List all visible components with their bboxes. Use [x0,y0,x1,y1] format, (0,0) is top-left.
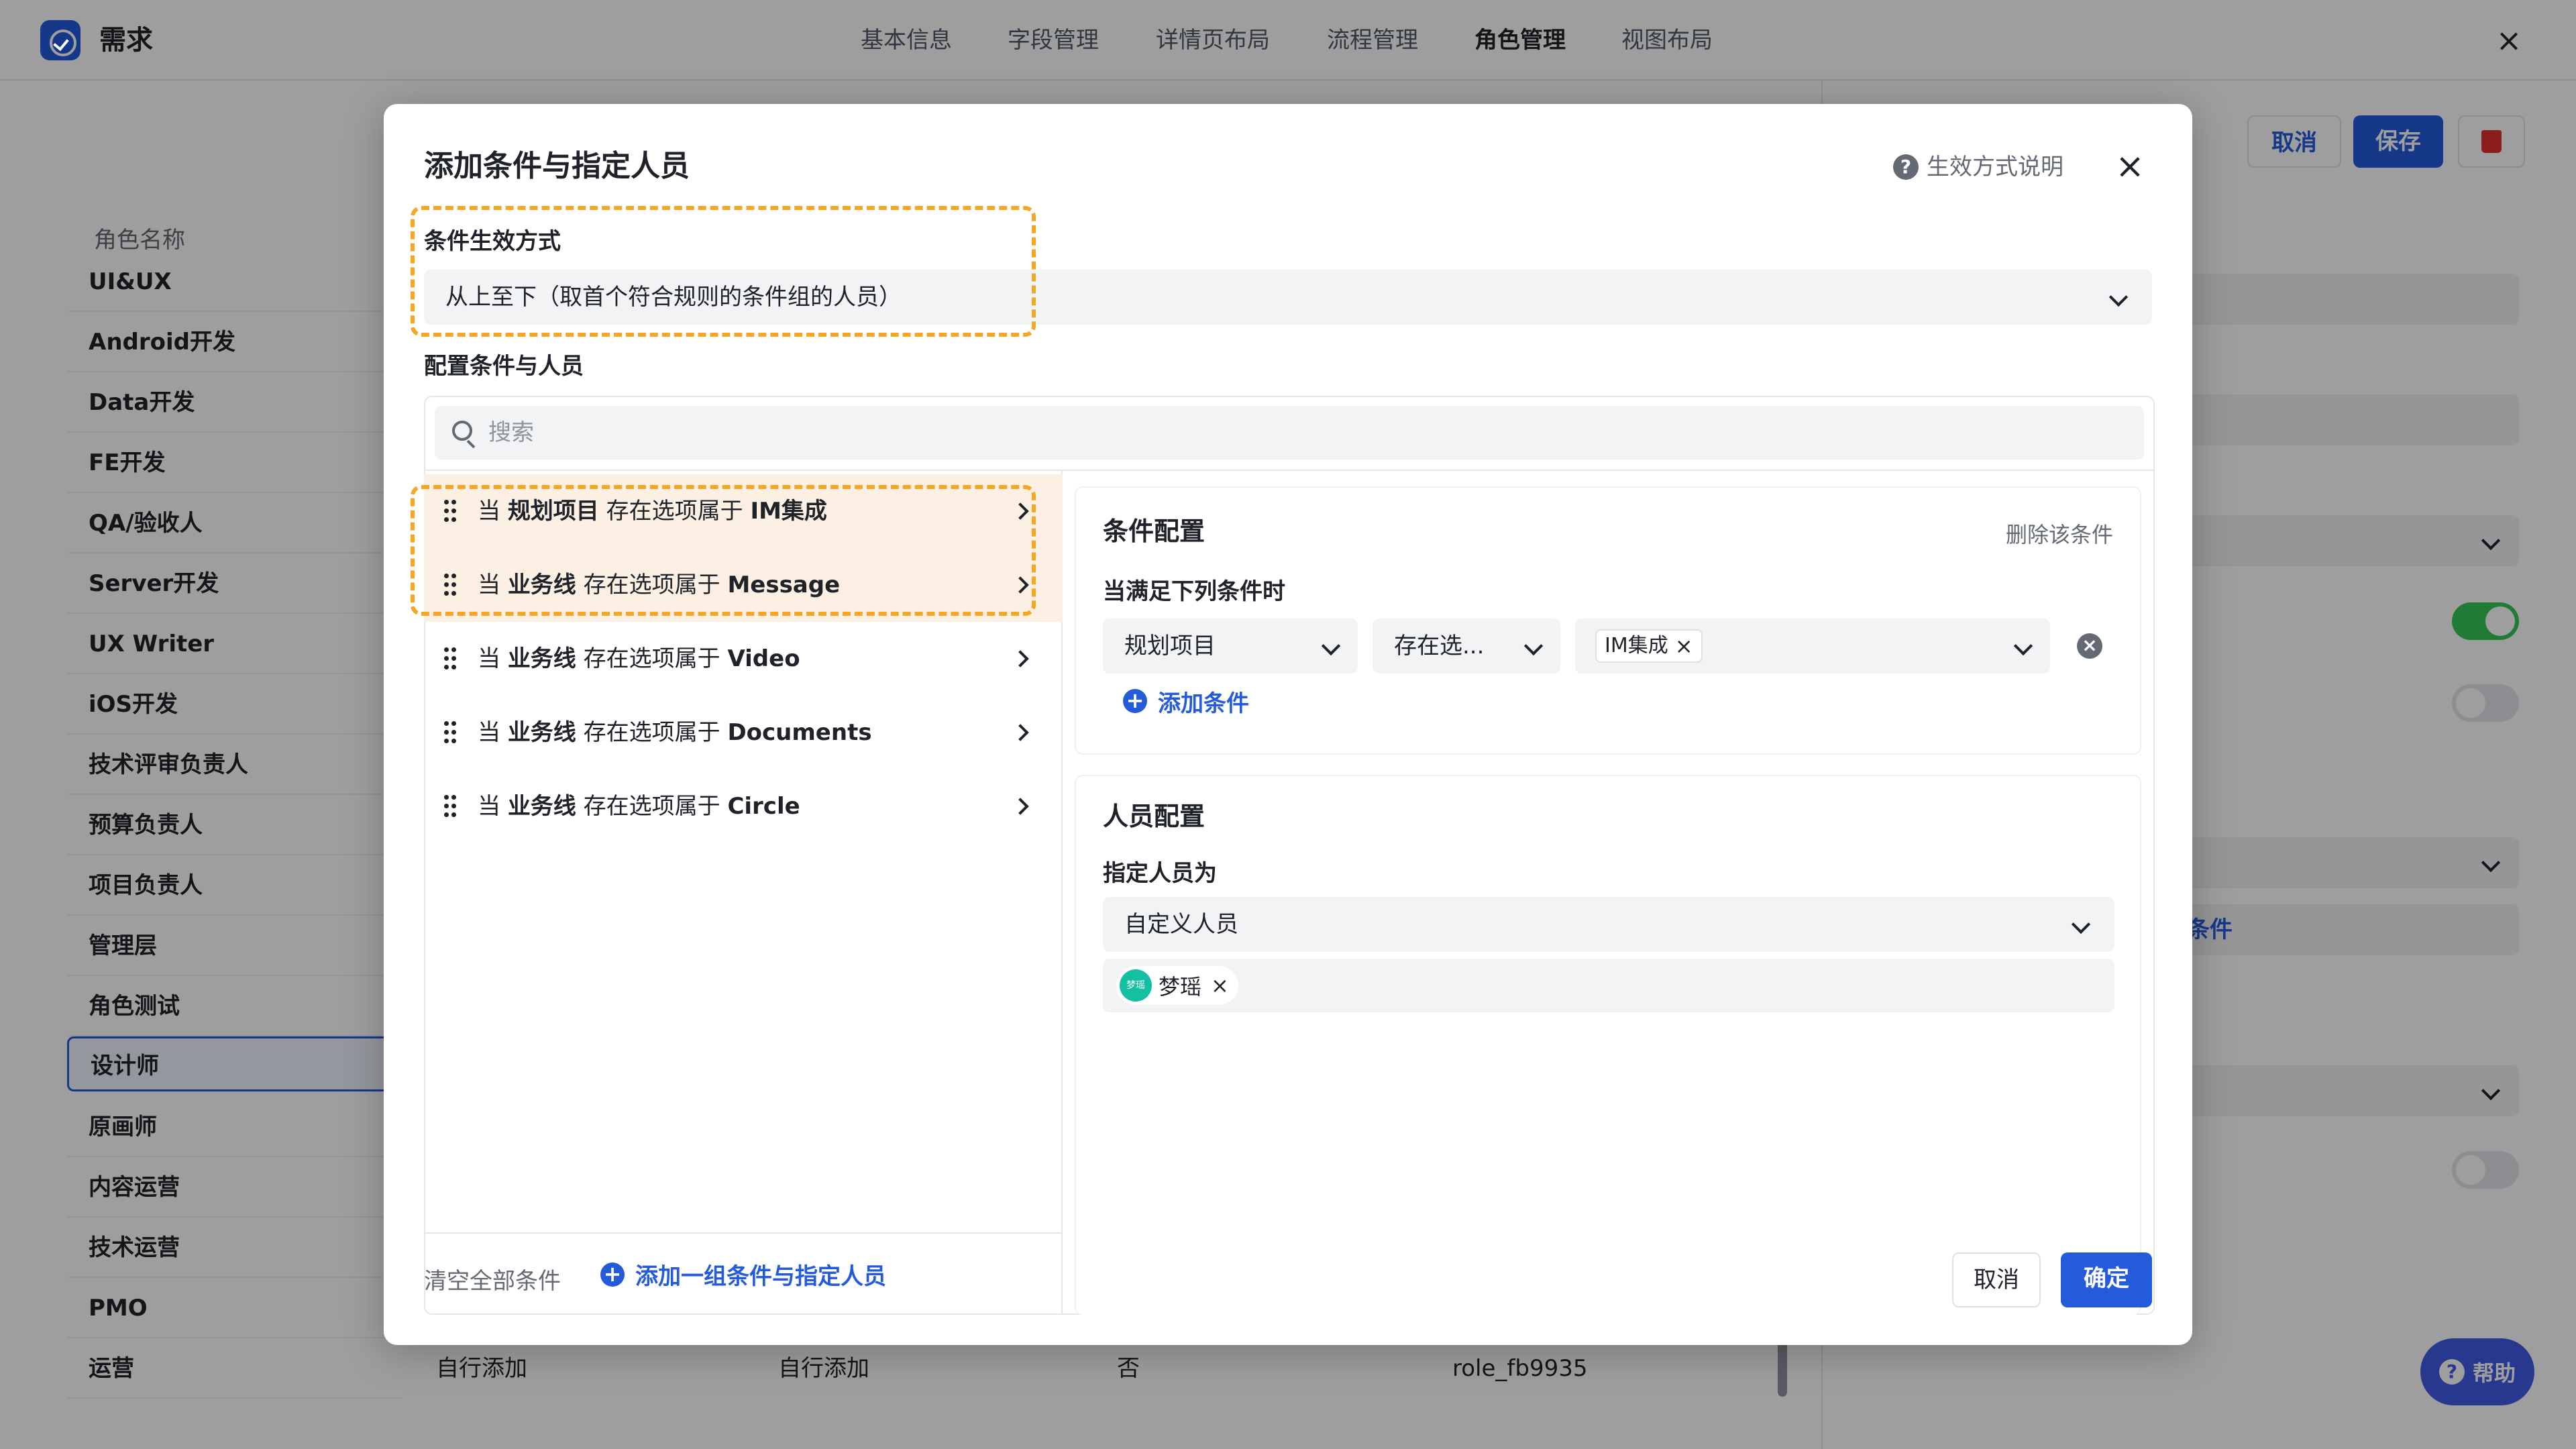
condition-value: IM集成 [750,498,827,525]
condition-config-panel: 条件配置 删除该条件 当满足下列条件时 规划项目 存在选... IM集成 × ×… [1075,486,2141,755]
drag-handle-icon[interactable] [444,721,458,744]
condition-field: 业务线 [507,572,576,598]
value-tag-label: IM集成 [1605,634,1668,657]
condition-op: 存在选项属于 [583,719,720,746]
person-config-panel: 人员配置 指定人员为 自定义人员 梦瑶 梦瑶 × [1075,775,2141,1315]
condition-field: 业务线 [507,793,576,820]
config-label: 配置条件与人员 [424,353,584,380]
chevron-down-icon [1321,636,1341,656]
condition-prefix: 当 [478,719,500,746]
condition-group-item[interactable]: 当 业务线 存在选项属于 Message [424,548,1063,622]
chevron-right-icon [1012,576,1029,594]
condition-summary: 当 业务线 存在选项属于 Message [478,548,840,622]
field-select[interactable]: 规划项目 [1103,619,1358,674]
avatar: 梦瑶 [1120,969,1152,1002]
condition-op: 存在选项属于 [606,498,743,525]
value-select[interactable]: IM集成 × [1575,619,2050,674]
condition-summary: 当 业务线 存在选项属于 Documents [478,696,872,769]
condition-config-title: 条件配置 [1103,517,1205,546]
chevron-down-icon [2013,636,2033,656]
question-icon: ? [1893,154,1919,180]
condition-op: 存在选项属于 [583,793,720,820]
person-name: 梦瑶 [1159,974,1202,1000]
effect-mode-value: 从上至下（取首个符合规则的条件组的人员） [445,284,902,311]
condition-group-list: 当 规划项目 存在选项属于 IM集成当 业务线 存在选项属于 Message 当 … [424,471,1063,1315]
chevron-down-icon [1523,636,1544,656]
person-type-select[interactable]: 自定义人员 [1103,897,2114,952]
person-config-title: 人员配置 [1103,802,1205,831]
condition-field: 业务线 [507,719,576,746]
condition-group-item[interactable]: 当 规划项目 存在选项属于 IM集成 [424,474,1063,548]
drag-handle-icon[interactable] [444,574,458,596]
condition-group-item[interactable]: 当 业务线 存在选项属于 Documents [424,696,1063,769]
assign-label: 指定人员为 [1103,860,1217,887]
condition-prefix: 当 [478,793,500,820]
confirm-button[interactable]: 确定 [2061,1252,2152,1307]
person-type-value: 自定义人员 [1124,911,1238,938]
remove-condition-icon[interactable]: × [2077,633,2102,659]
condition-group-item[interactable]: 当 业务线 存在选项属于 Circle [424,769,1063,843]
plus-circle-icon: + [600,1262,625,1287]
condition-summary: 当 业务线 存在选项属于 Circle [478,769,800,843]
plus-circle-icon: + [1123,689,1147,713]
field-select-value: 规划项目 [1124,633,1216,659]
clear-all-conditions-link[interactable]: 清空全部条件 [424,1261,561,1301]
condition-field: 规划项目 [507,498,599,525]
condition-value: Video [727,645,800,672]
person-picker[interactable]: 梦瑶 梦瑶 × [1103,959,2114,1012]
operator-select-value: 存在选... [1394,633,1485,659]
chevron-right-icon [1012,502,1029,520]
condition-op: 存在选项属于 [583,572,720,598]
add-condition-dialog: 添加条件与指定人员 ? 生效方式说明 × 条件生效方式 从上至下（取首个符合规则… [384,104,2192,1345]
search-input[interactable]: 搜索 [435,406,2144,460]
effect-help-link[interactable]: ? 生效方式说明 [1893,148,2063,186]
cancel-button[interactable]: 取消 [1952,1252,2041,1307]
condition-prefix: 当 [478,572,500,598]
condition-field: 业务线 [507,645,576,672]
when-label: 当满足下列条件时 [1103,578,1285,605]
search-icon [452,421,472,441]
dialog-title: 添加条件与指定人员 [424,149,690,183]
condition-value: Documents [727,719,872,746]
condition-summary: 当 业务线 存在选项属于 Video [478,622,800,696]
value-tag: IM集成 × [1595,629,1703,663]
chevron-down-icon [2108,287,2129,307]
chevron-down-icon [2071,914,2091,934]
tag-remove-icon[interactable]: × [1675,631,1693,661]
chevron-right-icon [1012,650,1029,667]
condition-prefix: 当 [478,645,500,672]
condition-summary: 当 规划项目 存在选项属于 IM集成 [478,474,827,548]
effect-mode-select[interactable]: 从上至下（取首个符合规则的条件组的人员） [424,270,2152,325]
remove-person-icon[interactable]: × [1211,973,1229,998]
add-group-label: 添加一组条件与指定人员 [635,1263,886,1290]
delete-condition-link[interactable]: 删除该条件 [2006,518,2113,549]
condition-op: 存在选项属于 [583,645,720,672]
operator-select[interactable]: 存在选... [1373,619,1560,674]
add-condition-button[interactable]: + 添加条件 [1123,681,1249,721]
drag-handle-icon[interactable] [444,795,458,818]
chevron-right-icon [1012,798,1029,815]
close-icon[interactable]: × [2108,144,2152,189]
drag-handle-icon[interactable] [444,500,458,523]
drag-handle-icon[interactable] [444,647,458,670]
condition-prefix: 当 [478,498,500,525]
chevron-right-icon [1012,724,1029,741]
condition-value: Message [727,572,841,598]
effect-help-label: 生效方式说明 [1927,154,2063,180]
person-chip: 梦瑶 梦瑶 × [1116,966,1238,1005]
add-condition-label: 添加条件 [1158,690,1249,717]
condition-group-item[interactable]: 当 业务线 存在选项属于 Video [424,622,1063,696]
effect-mode-label: 条件生效方式 [424,228,561,255]
condition-value: Circle [727,793,800,820]
